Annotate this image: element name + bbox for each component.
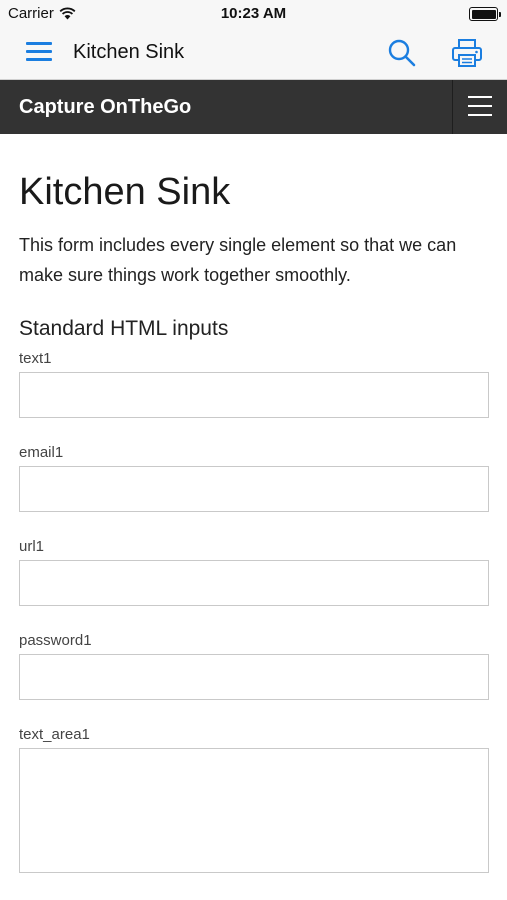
page-title: Kitchen Sink xyxy=(19,171,231,213)
text-area1-input[interactable] xyxy=(19,748,489,873)
url1-label: url1 xyxy=(19,538,45,555)
battery-level xyxy=(471,9,496,19)
app-nav-bar: Kitchen Sink xyxy=(0,28,507,80)
site-brand[interactable]: Capture OnTheGo xyxy=(19,96,191,119)
main-content: Kitchen Sink This form includes every si… xyxy=(19,134,489,900)
password1-input[interactable] xyxy=(19,654,489,700)
printer-icon[interactable] xyxy=(451,38,483,68)
header-divider xyxy=(452,80,453,134)
text-area1-field: text_area1 xyxy=(19,726,489,873)
url1-input[interactable] xyxy=(19,560,489,606)
password1-field: password1 xyxy=(19,632,489,700)
battery-icon xyxy=(469,7,501,21)
hamburger-menu-icon[interactable] xyxy=(26,42,52,62)
text1-label: text1 xyxy=(19,350,52,367)
email1-input[interactable] xyxy=(19,466,489,512)
status-bar: Carrier 10:23 AM xyxy=(0,0,507,28)
email1-label: email1 xyxy=(19,444,64,461)
site-header: Capture OnTheGo xyxy=(0,80,507,134)
password1-label: password1 xyxy=(19,632,92,649)
url1-field: url1 xyxy=(19,538,489,606)
text1-input[interactable] xyxy=(19,372,489,418)
section-title: Standard HTML inputs xyxy=(19,317,229,340)
text-area1-label: text_area1 xyxy=(19,726,90,743)
status-time: 10:23 AM xyxy=(220,5,287,22)
text1-field: text1 xyxy=(19,350,489,418)
nav-title: Kitchen Sink xyxy=(73,41,185,63)
intro-text: This form includes every single element … xyxy=(19,235,457,285)
search-icon[interactable] xyxy=(387,38,417,68)
site-menu-icon[interactable] xyxy=(468,96,492,118)
email1-field: email1 xyxy=(19,444,489,512)
